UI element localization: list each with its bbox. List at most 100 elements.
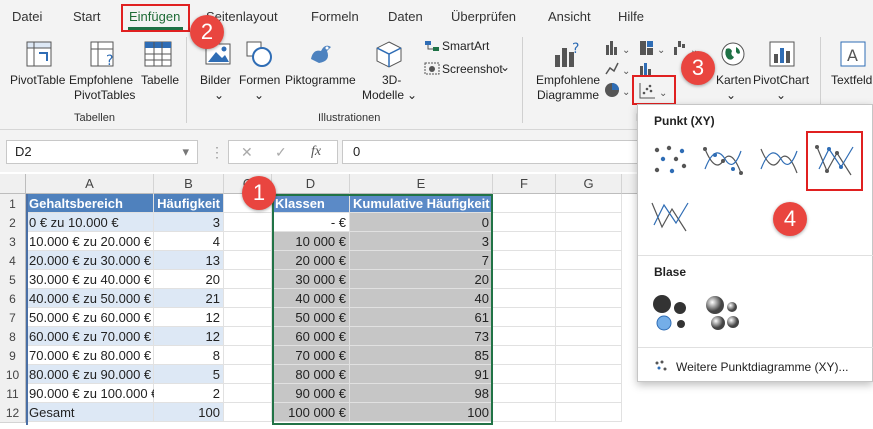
cell[interactable] [224,270,272,289]
cell[interactable] [556,251,622,270]
name-box-chevron-down-icon[interactable]: ▾ [182,141,189,163]
cell[interactable] [224,365,272,384]
tab-start[interactable]: Start [73,9,100,24]
cell-gehaltsbereich[interactable]: 50.000 € zu 60.000 € [26,308,154,327]
cell-gehaltsbereich[interactable]: 30.000 € zu 40.000 € [26,270,154,289]
cell-klassen[interactable]: - € [272,213,350,232]
cell-haeufigkeit[interactable]: 12 [154,308,224,327]
cell-haeufigkeit[interactable]: 2 [154,384,224,403]
cell-haeufigkeit[interactable]: 4 [154,232,224,251]
column-header-a[interactable]: A [26,174,154,194]
tab-datei[interactable]: Datei [12,9,42,24]
cell[interactable] [224,232,272,251]
3d-bubble-chart-icon[interactable] [701,290,745,334]
hierarchy-chart-icon[interactable]: ⌄ [638,39,668,57]
cell[interactable] [493,270,556,289]
formula-bar-drag-handle[interactable]: ⋮ [210,144,224,160]
cell-kumulative-haeufigkeit[interactable]: 98 [350,384,493,403]
row-header-5[interactable]: 5 [0,270,26,290]
cell[interactable] [224,327,272,346]
cell[interactable] [224,346,272,365]
cell[interactable] [493,327,556,346]
cell-kumulative-haeufigkeit[interactable]: 20 [350,270,493,289]
bubble-chart-icon[interactable] [648,290,692,334]
row-header-7[interactable]: 7 [0,308,26,328]
column-header-f[interactable]: F [493,174,556,194]
cell[interactable] [556,289,622,308]
cell-haeufigkeit[interactable]: 21 [154,289,224,308]
tab-ansicht[interactable]: Ansicht [548,9,591,24]
cell-gehaltsbereich[interactable]: Gesamt [26,403,154,422]
cell-haeufigkeit[interactable]: 3 [154,213,224,232]
cell-gehaltsbereich[interactable]: 80.000 € zu 90.000 € [26,365,154,384]
cell[interactable] [556,346,622,365]
scatter-markers-only-icon[interactable] [648,139,692,183]
line-chart-icon[interactable]: ⌄ [604,60,634,78]
column-header-b[interactable]: B [154,174,224,194]
cell[interactable] [556,403,622,422]
cell[interactable] [493,251,556,270]
cell-kumulative-haeufigkeit[interactable]: 85 [350,346,493,365]
cell[interactable] [493,232,556,251]
cell-klassen[interactable]: 70 000 € [272,346,350,365]
cell[interactable] [556,308,622,327]
row-header-3[interactable]: 3 [0,232,26,252]
cell-gehaltsbereich[interactable]: 90.000 € zu 100.000 € [26,384,158,403]
cell-gehaltsbereich[interactable]: 20.000 € zu 30.000 € [26,251,154,270]
header-kumulative-haeufigkeit[interactable]: Kumulative Häufigkeit [350,194,493,213]
scatter-smooth-lines-markers-icon[interactable] [701,139,745,183]
cell-gehaltsbereich[interactable]: 0 € zu 10.000 € [26,213,154,232]
cell[interactable] [224,384,272,403]
row-header-12[interactable]: 12 [0,403,26,423]
cell-kumulative-haeufigkeit[interactable]: 3 [350,232,493,251]
cell-klassen[interactable]: 90 000 € [272,384,350,403]
cell[interactable] [493,213,556,232]
scatter-straight-lines-icon[interactable] [648,195,692,239]
cell-kumulative-haeufigkeit[interactable]: 100 [350,403,493,422]
select-all-corner[interactable] [0,174,26,194]
cell[interactable] [224,308,272,327]
cell-haeufigkeit[interactable]: 20 [154,270,224,289]
scatter-smooth-lines-icon[interactable] [757,139,801,183]
row-header-11[interactable]: 11 [0,384,26,404]
cell[interactable] [556,384,622,403]
tab-hilfe[interactable]: Hilfe [618,9,644,24]
row-header-1[interactable]: 1 [0,194,26,214]
cell[interactable] [493,384,556,403]
column-chart-icon[interactable]: ⌄ [604,39,634,57]
cell[interactable] [493,403,556,422]
tab-formeln[interactable]: Formeln [311,9,359,24]
confirm-icon[interactable]: ✓ [275,144,287,161]
row-header-8[interactable]: 8 [0,327,26,347]
cell-klassen[interactable]: 20 000 € [272,251,350,270]
cell-haeufigkeit[interactable]: 100 [154,403,224,422]
cell-klassen[interactable]: 40 000 € [272,289,350,308]
cell-klassen[interactable]: 80 000 € [272,365,350,384]
cell-haeufigkeit[interactable]: 8 [154,346,224,365]
header-gehaltsbereich[interactable]: Gehaltsbereich [26,194,154,213]
cell-haeufigkeit[interactable]: 5 [154,365,224,384]
cell[interactable] [556,365,622,384]
header-klassen[interactable]: Klassen [272,194,350,213]
cell[interactable] [556,213,622,232]
cell-kumulative-haeufigkeit[interactable]: 7 [350,251,493,270]
cell-klassen[interactable]: 30 000 € [272,270,350,289]
cell-klassen[interactable]: 100 000 € [272,403,350,422]
cell-gehaltsbereich[interactable]: 60.000 € zu 70.000 € [26,327,154,346]
row-header-2[interactable]: 2 [0,213,26,233]
row-header-9[interactable]: 9 [0,346,26,366]
cell[interactable] [224,289,272,308]
cell-klassen[interactable]: 60 000 € [272,327,350,346]
cell[interactable] [493,194,556,213]
cancel-icon[interactable]: ✕ [241,144,253,161]
cell-kumulative-haeufigkeit[interactable]: 73 [350,327,493,346]
cell-gehaltsbereich[interactable]: 40.000 € zu 50.000 € [26,289,154,308]
column-header-d[interactable]: D [272,174,350,194]
cell[interactable] [556,232,622,251]
cell-kumulative-haeufigkeit[interactable]: 61 [350,308,493,327]
cell[interactable] [224,251,272,270]
cell[interactable] [493,308,556,327]
cell-haeufigkeit[interactable]: 12 [154,327,224,346]
row-header-10[interactable]: 10 [0,365,26,385]
cell-kumulative-haeufigkeit[interactable]: 0 [350,213,493,232]
